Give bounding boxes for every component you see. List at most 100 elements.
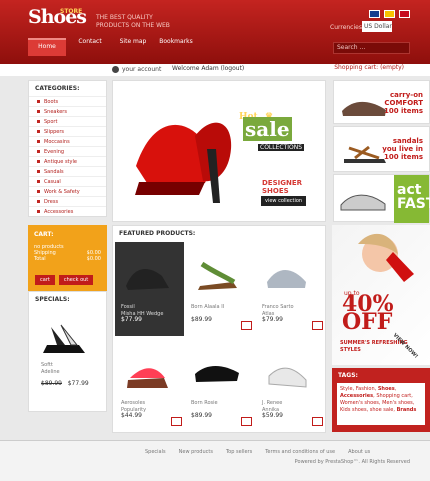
category-item[interactable]: Antique style: [29, 156, 106, 166]
tag-item[interactable]: Shopping cart: [376, 393, 411, 399]
product-price: $79.99: [262, 316, 283, 323]
tag-item[interactable]: Kids shoes: [340, 407, 367, 413]
add-to-cart-icon[interactable]: [312, 321, 323, 330]
act-fast-badge: actFAST: [394, 175, 430, 223]
product-image: [267, 269, 306, 288]
carry-on-promo[interactable]: carry-on COMFORT 100 items: [333, 80, 430, 124]
sandals-promo[interactable]: sandals you live in 100 items: [333, 126, 430, 172]
language-flags: [369, 10, 410, 18]
account-label[interactable]: your account: [122, 66, 161, 73]
category-item[interactable]: Work & Safety: [29, 186, 106, 196]
nav-contact[interactable]: Contact: [71, 38, 109, 56]
uk-flag-icon[interactable]: [369, 10, 380, 18]
categories-title: CATEGORIES:: [35, 85, 80, 92]
promo-text: sandals you live in 100 items: [382, 137, 423, 161]
add-to-cart-icon[interactable]: [241, 321, 252, 330]
specials-title: SPECIALS:: [35, 296, 70, 303]
currency-label: Currencies:: [330, 24, 364, 31]
checkout-button[interactable]: check out: [58, 275, 94, 285]
nav-site-map[interactable]: Site map: [114, 38, 152, 56]
product-image: [268, 367, 307, 388]
promo-text: carry-on COMFORT 100 items: [384, 91, 423, 115]
logo-store: STORE: [60, 8, 83, 15]
product-image: [127, 368, 168, 388]
search-input[interactable]: Search ...: [333, 42, 410, 54]
add-to-cart-icon[interactable]: [312, 417, 323, 426]
special-shoe-image[interactable]: [39, 317, 94, 355]
footer-link[interactable]: Terms and conditions of use: [265, 449, 335, 455]
featured-products: FEATURED PRODUCTS: Fossil Misha HH Wedge …: [112, 225, 326, 433]
hero-banner[interactable]: Hot ♛ sale COLLECTIONS 2010 DESIGNER SHO…: [112, 80, 326, 222]
cart-box: CART: no products Shipping $0.00 Total $0.…: [28, 225, 107, 291]
footer-link[interactable]: New products: [179, 449, 213, 455]
tag-cloud: Style, Fashion, Shoes, Accessories, Shop…: [337, 383, 425, 425]
welcome-text: Welcome Adam: [172, 65, 219, 72]
promo-line2: you live in: [382, 145, 423, 153]
de-flag-icon[interactable]: [384, 10, 395, 18]
sale-advertisement[interactable]: up to 40% OFF SUMMER'S REFRESHING STYLES …: [332, 225, 430, 365]
category-item[interactable]: Casual: [29, 176, 106, 186]
category-item[interactable]: Dress: [29, 196, 106, 206]
cart-button[interactable]: cart: [35, 275, 55, 285]
featured-title: FEATURED PRODUCTS:: [119, 230, 196, 237]
tag-item[interactable]: Shoes: [378, 386, 395, 392]
tag-item[interactable]: Men's shoes: [382, 400, 413, 406]
tag-item[interactable]: Fashion: [356, 386, 375, 392]
act-fast-promo[interactable]: actFAST: [333, 174, 430, 223]
site-header: Shoes STORE THE BEST QUALITY PRODUCTS ON…: [0, 0, 430, 64]
view-collection-button[interactable]: view collection: [261, 196, 307, 206]
tag-item[interactable]: Accessories: [340, 393, 373, 399]
user-icon: [112, 65, 119, 73]
category-item[interactable]: Slippers: [29, 126, 106, 136]
product-image: [195, 365, 239, 382]
nav-bookmarks[interactable]: Bookmarks: [157, 38, 195, 56]
footer-links: Specials New products Top sellers Terms …: [145, 449, 370, 455]
ad-off: OFF: [342, 309, 393, 335]
footer-link[interactable]: Specials: [145, 449, 166, 455]
product-card[interactable]: Born Alaala II $89.99: [185, 242, 254, 336]
product-price: $89.99: [191, 412, 212, 419]
tags-title: TAGS:: [338, 372, 358, 379]
footer-link[interactable]: About us: [348, 449, 370, 455]
add-to-cart-icon[interactable]: [171, 417, 182, 426]
tag-item[interactable]: Brands: [397, 407, 417, 413]
category-item[interactable]: Evening: [29, 146, 106, 156]
category-item[interactable]: Boots: [29, 96, 106, 106]
product-card[interactable]: J. Renee Annika $59.99: [256, 338, 325, 432]
shoes-store-page: Shoes STORE THE BEST QUALITY PRODUCTS ON…: [0, 0, 430, 481]
promo-line1: carry-on: [389, 91, 423, 99]
shopping-cart-link[interactable]: Shopping cart: (empty): [334, 64, 404, 71]
collection-year: 2010: [257, 150, 313, 174]
nav-home[interactable]: Home: [28, 38, 66, 56]
add-to-cart-icon[interactable]: [241, 417, 252, 426]
welcome-message: Welcome Adam (logout): [172, 65, 244, 72]
category-item[interactable]: Accessories: [29, 206, 106, 216]
promo-line2: FAST: [397, 196, 430, 212]
category-item[interactable]: Moccasins: [29, 136, 106, 146]
cart-label[interactable]: Shopping cart:: [334, 64, 378, 71]
tag-item[interactable]: shoe sale: [370, 407, 394, 413]
product-card[interactable]: Fossil Misha HH Wedge $77.99: [115, 242, 184, 336]
tag-item[interactable]: Style: [340, 386, 353, 392]
category-item[interactable]: Sandals: [29, 166, 106, 176]
logout-link[interactable]: (logout): [221, 65, 245, 72]
sneaker-icon: [340, 194, 386, 211]
total-line: Total $0.00: [28, 256, 107, 262]
es-flag-icon[interactable]: [399, 10, 410, 18]
tag-item[interactable]: Women's shoes: [340, 400, 379, 406]
special-new-price: $77.99: [67, 380, 89, 387]
account-link[interactable]: your account: [112, 63, 161, 75]
product-name-line1: J. Renee: [262, 400, 283, 406]
specials-box: SPECIALS: Softt Adeline $89.99 $77.99: [28, 291, 107, 412]
category-item[interactable]: Sport: [29, 116, 106, 126]
product-card[interactable]: Franco Sarto Atlas $79.99: [256, 242, 325, 336]
category-item[interactable]: Sneakers: [29, 106, 106, 116]
product-card[interactable]: Born Rosie $89.99: [185, 338, 254, 432]
product-image: [198, 261, 237, 290]
currency-select[interactable]: US Dollar: [362, 21, 392, 32]
cart-status: (empty): [380, 64, 404, 71]
special-name-line1: Softt: [41, 362, 53, 368]
cart-buttons: cart check out: [35, 275, 94, 285]
product-card[interactable]: Aerosoles Popularity $44.99: [115, 338, 184, 432]
footer-link[interactable]: Top sellers: [226, 449, 252, 455]
